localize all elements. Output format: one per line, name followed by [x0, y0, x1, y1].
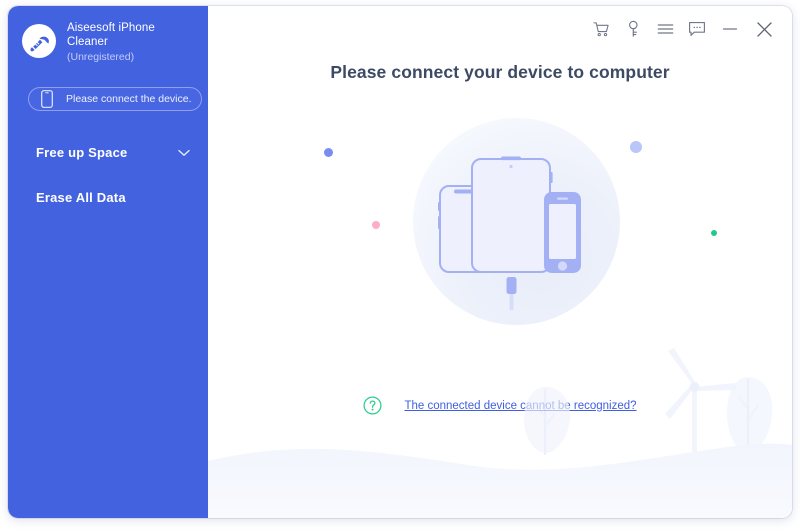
feedback-icon[interactable] [684, 16, 710, 42]
decor-dot-blue-purple [324, 148, 333, 157]
device-illustration [413, 114, 633, 334]
sidebar-nav: Free up Space Erase All Data [8, 130, 208, 220]
close-icon[interactable] [750, 16, 778, 42]
broom-icon [30, 36, 49, 52]
main-content: Please connect your device to computer T… [208, 6, 792, 518]
sidebar: Aiseesoft iPhone Cleaner (Unregistered) … [8, 6, 208, 518]
device-not-recognized-link[interactable]: The connected device cannot be recognize… [404, 400, 636, 412]
decor-dot-green [711, 230, 717, 236]
sidebar-item-free-up-space[interactable]: Free up Space [8, 130, 208, 175]
brand-text: Aiseesoft iPhone Cleaner (Unregistered) [67, 22, 171, 64]
iphone-home-device [544, 192, 581, 273]
tree-right [727, 377, 773, 455]
hill [208, 443, 792, 518]
decor-dot-pink [372, 221, 380, 229]
window-titlebar [582, 6, 792, 52]
key-icon[interactable] [620, 16, 646, 42]
cart-icon[interactable] [588, 16, 614, 42]
lightning-connector [506, 277, 517, 310]
windmill [665, 348, 736, 493]
menu-icon[interactable] [652, 16, 678, 42]
sidebar-item-label: Erase All Data [36, 190, 126, 205]
question-mark-icon [363, 396, 382, 415]
sidebar-item-label: Free up Space [36, 145, 128, 160]
app-title: Aiseesoft iPhone Cleaner [67, 22, 155, 48]
phone-icon [41, 90, 53, 108]
sidebar-item-erase-all-data[interactable]: Erase All Data [8, 175, 208, 220]
license-status: (Unregistered) [67, 51, 135, 63]
connect-device-button[interactable]: Please connect the device. [28, 87, 202, 111]
page-title: Please connect your device to computer [330, 62, 670, 82]
chevron-down-icon [178, 149, 190, 156]
minimize-icon[interactable] [716, 16, 744, 42]
help-row: The connected device cannot be recognize… [208, 396, 792, 415]
ipad-device [471, 156, 553, 273]
app-logo [22, 24, 56, 58]
background-landscape [208, 348, 792, 518]
brand: Aiseesoft iPhone Cleaner (Unregistered) [22, 22, 171, 64]
app-window: Aiseesoft iPhone Cleaner (Unregistered) … [8, 6, 792, 518]
connect-device-label: Please connect the device. [66, 93, 192, 105]
